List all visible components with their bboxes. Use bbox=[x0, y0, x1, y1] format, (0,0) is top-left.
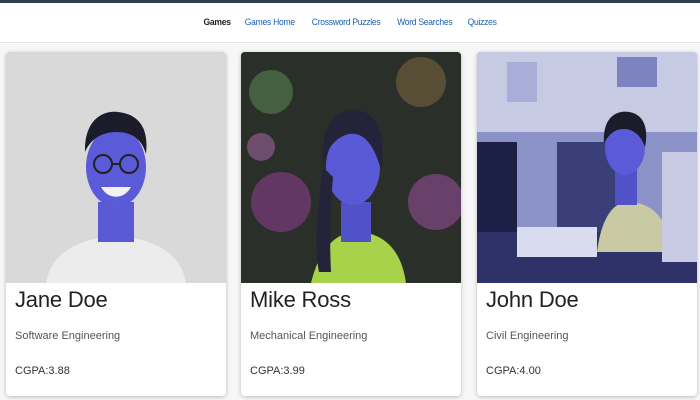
nav-link-quizzes[interactable]: Quizzes bbox=[467, 17, 496, 28]
nav-link-crossword-puzzles[interactable]: Crossword Puzzles bbox=[312, 17, 381, 28]
student-name: John Doe bbox=[486, 287, 579, 312]
student-gpa: CGPA:3.88 bbox=[15, 365, 70, 377]
student-card[interactable]: Mike Ross Mechanical Engineering CGPA:3.… bbox=[241, 52, 461, 396]
student-department: Civil Engineering bbox=[486, 330, 569, 342]
student-name: Mike Ross bbox=[250, 287, 351, 312]
student-department: Mechanical Engineering bbox=[250, 330, 368, 342]
top-nav: Games Games Home Crossword Puzzles Word … bbox=[0, 3, 700, 43]
nav-brand-games[interactable]: Games bbox=[204, 17, 231, 28]
student-gpa: CGPA:3.99 bbox=[250, 365, 305, 377]
nav-link-word-searches[interactable]: Word Searches bbox=[397, 17, 453, 28]
student-card[interactable]: John Doe Civil Engineering CGPA:4.00 bbox=[477, 52, 697, 396]
student-photo bbox=[241, 52, 461, 283]
student-department: Software Engineering bbox=[15, 330, 121, 342]
student-gpa: CGPA:4.00 bbox=[486, 365, 541, 377]
student-photo bbox=[477, 52, 697, 283]
student-card[interactable]: Jane Doe Software Engineering CGPA:3.88 bbox=[6, 52, 226, 396]
nav-link-games-home[interactable]: Games Home bbox=[245, 17, 295, 28]
card-grid: Jane Doe Software Engineering CGPA:3.88 … bbox=[0, 44, 700, 400]
student-name: Jane Doe bbox=[15, 287, 108, 312]
student-photo bbox=[6, 52, 226, 283]
